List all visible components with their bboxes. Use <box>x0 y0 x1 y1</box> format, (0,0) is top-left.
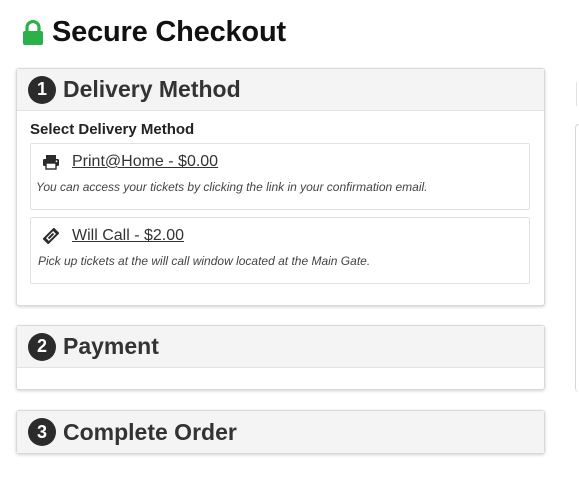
lock-icon <box>23 19 43 45</box>
panel-header[interactable]: 3 Complete Order <box>17 411 544 453</box>
complete-order-panel: 3 Complete Order <box>16 410 545 454</box>
section-label: Select Delivery Method <box>30 121 195 138</box>
step-number-badge: 2 <box>28 332 56 361</box>
panel-header[interactable]: 2 Payment <box>17 326 544 368</box>
panel-title: Complete Order <box>63 418 237 445</box>
panel-title: Payment <box>63 333 159 359</box>
checkout-page: Secure Checkout 1 Delivery Method Select… <box>0 0 579 502</box>
page-header: Secure Checkout <box>22 16 286 49</box>
delivery-option-print-at-home[interactable]: Print@Home - $0.00 You can access your t… <box>30 143 530 210</box>
option-description: Pick up tickets at the will call window … <box>38 254 371 268</box>
panel-header[interactable]: 1 Delivery Method <box>17 69 544 111</box>
will-call-link[interactable]: Will Call - $2.00 <box>72 227 184 245</box>
ticket-icon <box>42 228 60 244</box>
step-number-badge: 1 <box>28 75 56 104</box>
option-head: Will Call - $2.00 <box>42 227 184 245</box>
step-number-badge: 3 <box>28 418 56 446</box>
page-title: Secure Checkout <box>52 16 286 48</box>
option-head: Print@Home - $0.00 <box>42 153 218 171</box>
panel-title: Delivery Method <box>63 76 241 102</box>
printer-icon <box>43 155 59 170</box>
option-description: You can access your tickets by clicking … <box>36 180 428 194</box>
payment-panel: 2 Payment <box>16 325 545 390</box>
sidebar-edge <box>575 124 579 392</box>
print-at-home-link[interactable]: Print@Home - $0.00 <box>72 153 218 171</box>
delivery-method-panel: 1 Delivery Method Select Delivery Method… <box>16 68 545 306</box>
delivery-option-will-call[interactable]: Will Call - $2.00 Pick up tickets at the… <box>30 217 530 284</box>
